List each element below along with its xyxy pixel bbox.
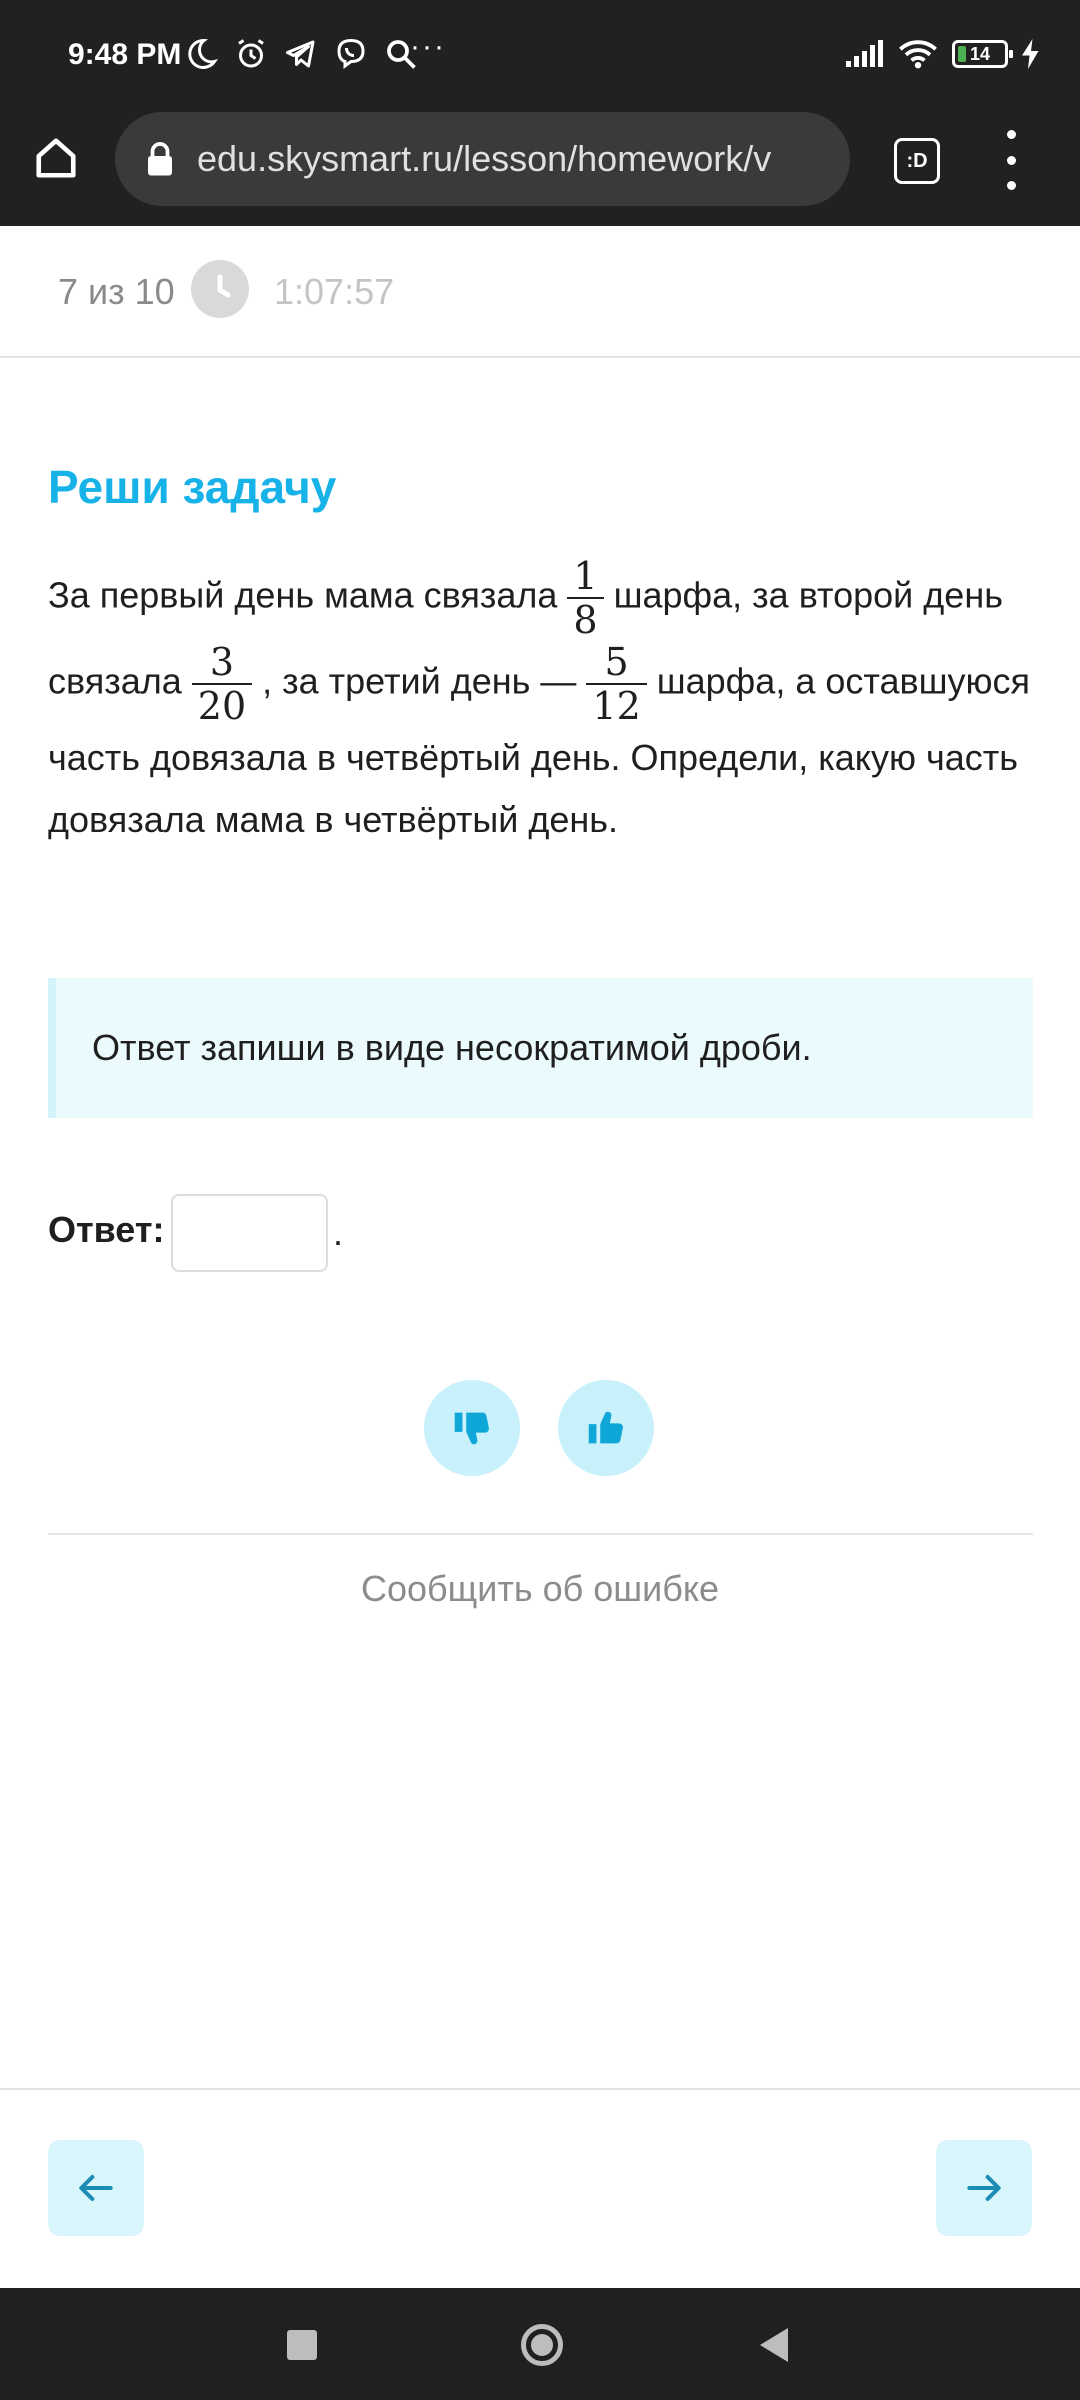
tabs-icon: :D <box>906 149 928 172</box>
hint-box: Ответ запиши в виде несократимой дроби. <box>48 978 1033 1118</box>
answer-input[interactable] <box>171 1194 328 1272</box>
fraction-3-20: 3 20 <box>191 640 253 727</box>
arrow-right-icon <box>967 2174 1001 2202</box>
recents-button[interactable] <box>287 2330 317 2360</box>
address-bar[interactable]: edu.skysmart.ru/lesson/homework/v <box>115 112 850 206</box>
telegram-icon <box>286 40 315 68</box>
battery-icon: 14 <box>952 40 1013 68</box>
status-icons-left <box>183 36 419 72</box>
bottom-divider <box>0 2088 1080 2090</box>
home-icon <box>36 138 76 178</box>
dislike-button[interactable] <box>424 1380 520 1476</box>
charging-icon <box>1022 39 1039 69</box>
thumbs-down-icon <box>454 1412 489 1445</box>
clock-icon <box>191 260 249 318</box>
task-text: За первый день мама связала 1 8 шарфа, за в… <box>48 555 1038 851</box>
task-text-part: За первый день мама связала <box>48 574 558 616</box>
fraction-numerator: 1 <box>573 554 598 598</box>
fraction-1-8: 18 <box>567 554 604 641</box>
lock-icon <box>148 142 172 176</box>
system-navigation-bar <box>0 2288 1080 2400</box>
hint-text: Ответ запиши в виде несократимой дроби. <box>92 1027 812 1068</box>
back-button[interactable] <box>760 2328 788 2362</box>
task-text-part: , за третий день — <box>262 660 577 702</box>
prev-task-button[interactable] <box>48 2140 144 2236</box>
report-error-link[interactable]: Сообщить об ошибке <box>0 1568 1080 1610</box>
answer-suffix: . <box>333 1212 344 1253</box>
alarm-icon <box>238 39 264 68</box>
home-button[interactable] <box>26 128 86 188</box>
more-vert-button[interactable] <box>996 130 1026 190</box>
url-text: edu.skysmart.ru/lesson/homework/v <box>197 138 772 179</box>
status-bar: 9:48 PM ··· 14 <box>0 0 1080 100</box>
next-task-button[interactable] <box>936 2140 1032 2236</box>
battery-level: 14 <box>969 43 991 64</box>
fraction-denominator: 20 <box>191 683 253 727</box>
arrow-left-icon <box>79 2174 113 2202</box>
menu-dot <box>1006 130 1016 139</box>
task-counter: 7 из 10 <box>58 271 175 312</box>
status-time: 9:48 PM <box>68 38 182 71</box>
task-title: Реши задачу <box>48 461 337 513</box>
wifi-icon <box>899 40 937 69</box>
tabs-button[interactable]: :D <box>894 138 940 184</box>
divider <box>48 1533 1033 1535</box>
answer-label: Ответ: <box>48 1209 165 1250</box>
status-icons-right: 14 <box>844 38 1040 70</box>
clock-hands <box>217 274 231 298</box>
thumbs-up-icon <box>588 1411 623 1444</box>
progress-header: 7 из 10 1:07:57 <box>0 226 1080 358</box>
menu-dot <box>1006 181 1016 190</box>
status-more-dots: ··· <box>410 30 446 63</box>
fraction-5-12: 5 12 <box>586 640 647 727</box>
moon-icon <box>188 38 218 69</box>
menu-dot <box>1006 155 1016 165</box>
like-button[interactable] <box>558 1380 654 1476</box>
fraction-denominator: 8 <box>567 597 604 641</box>
fraction-numerator: 5 <box>604 640 629 684</box>
home-system-button[interactable] <box>521 2324 563 2366</box>
browser-toolbar: edu.skysmart.ru/lesson/homework/v :D <box>0 100 1080 226</box>
viber-icon <box>337 38 365 69</box>
signal-icon <box>846 40 883 67</box>
fraction-numerator: 3 <box>209 640 235 684</box>
timer: 1:07:57 <box>274 271 395 312</box>
fraction-denominator: 12 <box>586 683 647 727</box>
